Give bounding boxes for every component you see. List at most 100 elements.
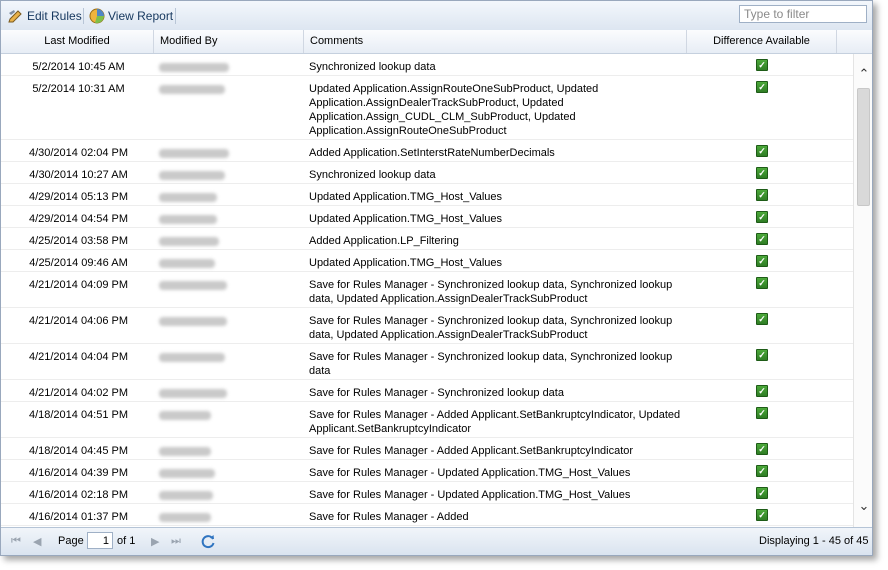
last-modified-cell: 4/21/2014 04:04 PM — [28, 351, 129, 363]
modified-by-cell — [159, 438, 299, 460]
column-header-last-modified[interactable]: Last Modified — [1, 30, 154, 53]
view-report-button[interactable]: View Report — [89, 7, 173, 25]
table-row[interactable]: 5/2/2014 10:31 AM Updated Application.Ass… — [1, 76, 853, 140]
checkmark-icon[interactable]: ✓ — [756, 81, 768, 93]
last-modified-cell: 4/30/2014 10:27 AM — [29, 169, 128, 181]
checkmark-icon[interactable]: ✓ — [756, 255, 768, 267]
table-row[interactable]: 4/21/2014 04:09 PM Save for Rules Manager… — [1, 272, 853, 308]
checkmark-icon[interactable]: ✓ — [756, 211, 768, 223]
comments-cell: Save for Rules Manager - Added Applicant… — [309, 402, 684, 436]
table-row[interactable]: 5/2/2014 10:45 AM Synchronized lookup dat… — [1, 54, 853, 76]
difference-available-cell: ✓ — [687, 162, 837, 180]
edit-rules-icon — [8, 10, 22, 23]
checkmark-icon[interactable]: ✓ — [756, 277, 768, 289]
modified-by-cell — [159, 380, 299, 402]
redacted-user-name — [159, 317, 227, 326]
comment-line: Added Application.LP_Filtering — [309, 235, 459, 247]
comment-line: Save for Rules Manager - Updated Applica… — [309, 467, 631, 479]
checkmark-icon[interactable]: ✓ — [756, 407, 768, 419]
difference-available-cell: ✓ — [687, 140, 837, 158]
modified-by-cell — [159, 402, 299, 424]
table-row[interactable]: 4/30/2014 10:27 AM Synchronized lookup da… — [1, 162, 853, 184]
last-modified-cell: 5/2/2014 10:31 AM — [32, 83, 125, 95]
checkmark-icon[interactable]: ✓ — [756, 509, 768, 521]
checkmark-icon[interactable]: ✓ — [756, 145, 768, 157]
modified-by-cell — [159, 162, 299, 184]
checkmark-icon[interactable]: ✓ — [756, 233, 768, 245]
vertical-scrollbar[interactable]: ⌃ ⌄ — [853, 54, 872, 527]
difference-available-cell: ✓ — [687, 308, 837, 326]
comments-cell: Save for Rules Manager - Updated Applica… — [309, 460, 684, 480]
table-row[interactable]: 4/16/2014 04:39 PM Save for Rules Manager… — [1, 460, 853, 482]
table-row[interactable]: 4/25/2014 09:46 AM Updated Application.TM… — [1, 250, 853, 272]
comment-line: Updated Application.AssignRouteOneSubPro… — [309, 83, 599, 95]
first-page-icon[interactable]: ⏮ — [11, 535, 21, 548]
table-row[interactable]: 4/21/2014 04:06 PM Save for Rules Manager… — [1, 308, 853, 344]
table-row[interactable]: 4/29/2014 04:54 PM Updated Application.TM… — [1, 206, 853, 228]
comments-cell: Save for Rules Manager - Added Applicant… — [309, 438, 684, 458]
difference-available-cell: ✓ — [687, 228, 837, 246]
modified-by-cell — [159, 250, 299, 272]
comment-line: Save for Rules Manager - Added — [309, 511, 469, 523]
table-row[interactable]: 4/16/2014 02:18 PM Save for Rules Manager… — [1, 482, 853, 504]
column-header-spacer — [837, 30, 872, 53]
last-modified-cell: 4/25/2014 03:58 PM — [28, 235, 129, 247]
redacted-user-name — [159, 491, 213, 500]
difference-available-cell: ✓ — [687, 482, 837, 500]
next-page-icon[interactable]: ▶ — [151, 535, 159, 548]
page-number-input[interactable] — [87, 532, 113, 549]
checkmark-icon[interactable]: ✓ — [756, 385, 768, 397]
modified-by-cell — [159, 272, 299, 294]
redacted-user-name — [159, 63, 229, 72]
scroll-up-icon[interactable]: ⌃ — [857, 67, 871, 80]
checkmark-icon[interactable]: ✓ — [756, 167, 768, 179]
previous-page-icon[interactable]: ◀ — [33, 535, 41, 548]
table-row[interactable]: 4/30/2014 02:04 PM Added Application.SetI… — [1, 140, 853, 162]
grid-body: 5/2/2014 10:45 AM Synchronized lookup dat… — [1, 54, 853, 527]
checkmark-icon[interactable]: ✓ — [756, 487, 768, 499]
table-row[interactable]: 4/29/2014 05:13 PM Updated Application.TM… — [1, 184, 853, 206]
page-count-label: of 1 — [117, 535, 136, 547]
refresh-icon[interactable] — [200, 533, 216, 549]
table-row[interactable]: 4/18/2014 04:45 PM Save for Rules Manager… — [1, 438, 853, 460]
edit-rules-button[interactable]: Edit Rules — [8, 7, 82, 25]
comment-line: Synchronized lookup data — [309, 169, 436, 181]
comment-line: Save for Rules Manager - Synchronized lo… — [309, 279, 673, 291]
difference-available-cell: ✓ — [687, 272, 837, 290]
table-row[interactable]: 4/16/2014 01:37 PM Save for Rules Manager… — [1, 504, 853, 526]
view-report-label: View Report — [108, 9, 174, 23]
difference-available-cell: ✓ — [687, 344, 837, 362]
difference-available-cell: ✓ — [687, 54, 837, 72]
comment-line: Save for Rules Manager - Added Applicant… — [309, 409, 681, 421]
comment-line: Application.AssignRouteOneSubProduct — [309, 125, 507, 137]
comment-line: Save for Rules Manager - Synchronized lo… — [309, 351, 673, 363]
table-row[interactable]: 4/25/2014 03:58 PM Added Application.LP_F… — [1, 228, 853, 250]
comment-line: Save for Rules Manager - Added Applicant… — [309, 445, 634, 457]
table-row[interactable]: 4/18/2014 04:51 PM Save for Rules Manager… — [1, 402, 853, 438]
table-row[interactable]: 4/21/2014 04:02 PM Save for Rules Manager… — [1, 380, 853, 402]
filter-input[interactable] — [739, 5, 867, 23]
comments-cell: Save for Rules Manager - Synchronized lo… — [309, 344, 684, 378]
checkmark-icon[interactable]: ✓ — [756, 59, 768, 71]
last-page-icon[interactable]: ⏭ — [171, 535, 181, 548]
last-modified-cell: 4/29/2014 04:54 PM — [28, 213, 129, 225]
comment-line: Save for Rules Manager - Synchronized lo… — [309, 387, 564, 399]
comments-cell: Updated Application.TMG_Host_Values — [309, 250, 684, 270]
difference-available-cell: ✓ — [687, 76, 837, 94]
scrollbar-thumb[interactable] — [857, 88, 870, 206]
comments-cell: Save for Rules Manager - Updated Applica… — [309, 482, 684, 502]
checkmark-icon[interactable]: ✓ — [756, 349, 768, 361]
column-header-comments[interactable]: Comments — [304, 30, 687, 53]
difference-available-cell: ✓ — [687, 460, 837, 478]
redacted-user-name — [159, 447, 211, 456]
column-header-modified-by[interactable]: Modified By — [154, 30, 304, 53]
checkmark-icon[interactable]: ✓ — [756, 313, 768, 325]
table-row[interactable]: 4/21/2014 04:04 PM Save for Rules Manager… — [1, 344, 853, 380]
checkmark-icon[interactable]: ✓ — [756, 465, 768, 477]
comments-cell: Updated Application.TMG_Host_Values — [309, 206, 684, 226]
checkmark-icon[interactable]: ✓ — [756, 189, 768, 201]
checkmark-icon[interactable]: ✓ — [756, 443, 768, 455]
column-header-difference-available[interactable]: Difference Available — [687, 30, 837, 53]
difference-available-cell: ✓ — [687, 402, 837, 420]
scroll-down-icon[interactable]: ⌄ — [857, 499, 871, 512]
